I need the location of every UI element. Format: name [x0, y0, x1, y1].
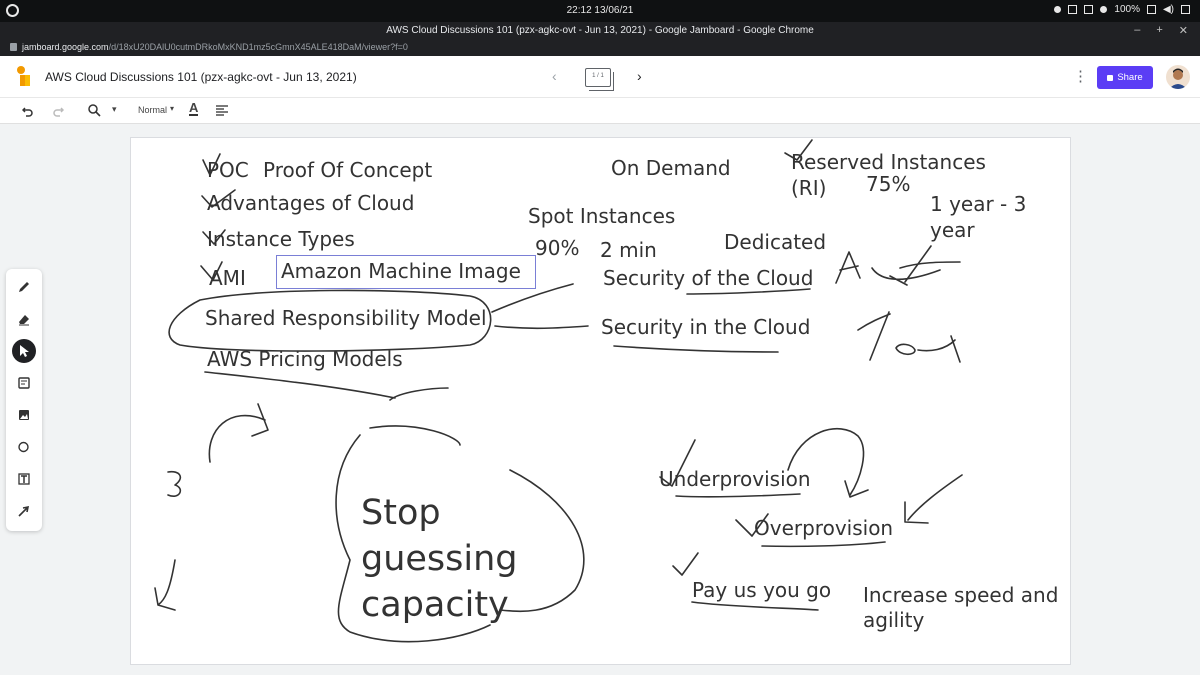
text-ri[interactable]: (RI) [791, 176, 826, 200]
text-capacity[interactable]: capacity [361, 582, 509, 628]
text-aws-pricing-models[interactable]: AWS Pricing Models [207, 347, 403, 371]
os-clock: 22:12 13/06/21 [566, 5, 634, 16]
clipboard-icon[interactable] [1068, 5, 1078, 14]
share-label: Share [1117, 72, 1143, 83]
url-host: jamboard.google.com [22, 42, 109, 52]
minimize-icon[interactable]: – [1134, 24, 1140, 37]
power-icon[interactable] [1181, 5, 1190, 14]
text-box-icon[interactable] [12, 467, 36, 491]
text-instance-types[interactable]: Instance Types [207, 227, 355, 251]
text-on-demand[interactable]: On Demand [611, 156, 731, 180]
text-overprovision[interactable]: Overprovision [754, 516, 893, 540]
text-security-of-cloud[interactable]: Security of the Cloud [603, 266, 813, 290]
lock-icon [10, 43, 17, 51]
text-2-min[interactable]: 2 min [600, 238, 657, 262]
zoom-icon[interactable] [88, 104, 101, 117]
text-pay-as-you-go[interactable]: Pay us you go [692, 578, 831, 602]
text-reserved-instances[interactable]: Reserved Instances [791, 150, 986, 174]
more-icon[interactable]: ⋮ [1073, 67, 1088, 85]
url-text[interactable]: jamboard.google.com/d/18xU20DAlU0cutmDRk… [22, 42, 408, 52]
share-lock-icon [1107, 74, 1114, 81]
close-icon[interactable]: ✕ [1179, 24, 1188, 37]
text-advantages-of-cloud[interactable]: Advantages of Cloud [207, 191, 414, 215]
zoom-dropdown-icon[interactable]: ▾ [112, 104, 117, 115]
sticky-note-icon[interactable] [12, 371, 36, 395]
next-frame-icon[interactable]: › [637, 68, 642, 84]
battery-label: 100% [1114, 4, 1140, 15]
record-icon[interactable] [1054, 6, 1062, 13]
volume-icon[interactable]: ◀) [1163, 4, 1174, 15]
select-icon[interactable] [12, 339, 36, 363]
folder-icon[interactable] [1084, 5, 1094, 14]
text-dedicated[interactable]: Dedicated [724, 230, 826, 254]
undo-icon[interactable] [22, 105, 34, 117]
eraser-icon[interactable] [12, 307, 36, 331]
text-term-line2[interactable]: year [930, 218, 975, 242]
text-stop[interactable]: Stop [361, 490, 441, 536]
text-shared-responsibility[interactable]: Shared Responsibility Model [205, 306, 487, 330]
url-path: /d/18xU20DAlU0cutmDRkoMxKND1mz5cGmnX45AL… [108, 42, 408, 52]
text-speed-line1[interactable]: Increase speed and [863, 583, 1058, 607]
restore-icon[interactable]: + [1156, 24, 1162, 37]
text-speed-line2[interactable]: agility [863, 608, 924, 632]
battery-icon[interactable] [1146, 5, 1156, 14]
text-guessing[interactable]: guessing [361, 536, 518, 582]
window-controls: – + ✕ [1134, 24, 1188, 37]
notification-icon[interactable] [1100, 6, 1108, 13]
text-proof-of-concept[interactable]: Proof Of Concept [263, 158, 432, 182]
laser-icon[interactable] [12, 499, 36, 523]
share-button[interactable]: Share [1097, 66, 1153, 89]
text-underprovision[interactable]: Underprovision [659, 467, 811, 491]
text-security-in-cloud[interactable]: Security in the Cloud [601, 315, 810, 339]
avatar[interactable] [1166, 65, 1190, 89]
text-ami[interactable]: AMI [209, 266, 246, 290]
image-icon[interactable] [12, 403, 36, 427]
text-style-dropdown-icon[interactable]: ▾ [170, 104, 174, 113]
circle-icon[interactable] [12, 435, 36, 459]
system-tray: 100% ◀) [1054, 4, 1190, 15]
text-poc[interactable]: POC [207, 158, 249, 182]
redo-icon[interactable] [52, 105, 64, 117]
text-amazon-machine-image[interactable]: Amazon Machine Image [276, 255, 536, 289]
document-title[interactable]: AWS Cloud Discussions 101 (pzx-agkc-ovt … [45, 70, 357, 84]
window-title: AWS Cloud Discussions 101 (pzx-agkc-ovt … [386, 25, 814, 36]
os-top-bar: 22:12 13/06/21 100% ◀) [0, 0, 1200, 22]
text-style-select[interactable]: Normal [138, 105, 167, 115]
address-bar[interactable]: jamboard.google.com/d/18xU20DAlU0cutmDRk… [0, 40, 1200, 56]
text-75-percent[interactable]: 75% [866, 172, 910, 196]
text-color-icon[interactable]: A [189, 101, 199, 116]
tool-palette [6, 269, 42, 531]
app-header: AWS Cloud Discussions 101 (pzx-agkc-ovt … [0, 56, 1200, 98]
jamboard-logo-icon[interactable] [16, 65, 32, 87]
align-icon[interactable] [216, 105, 228, 116]
toolbar: ▾ Normal ▾ A [0, 98, 1200, 124]
frame-indicator[interactable]: 1 / 1 [585, 68, 614, 91]
browser-title-bar: AWS Cloud Discussions 101 (pzx-agkc-ovt … [0, 22, 1200, 40]
text-term-line1[interactable]: 1 year - 3 [930, 192, 1026, 216]
prev-frame-icon[interactable]: ‹ [552, 68, 557, 84]
text-90-percent[interactable]: 90% [535, 236, 579, 260]
pen-icon[interactable] [12, 275, 36, 299]
text-spot-instances[interactable]: Spot Instances [528, 204, 675, 228]
